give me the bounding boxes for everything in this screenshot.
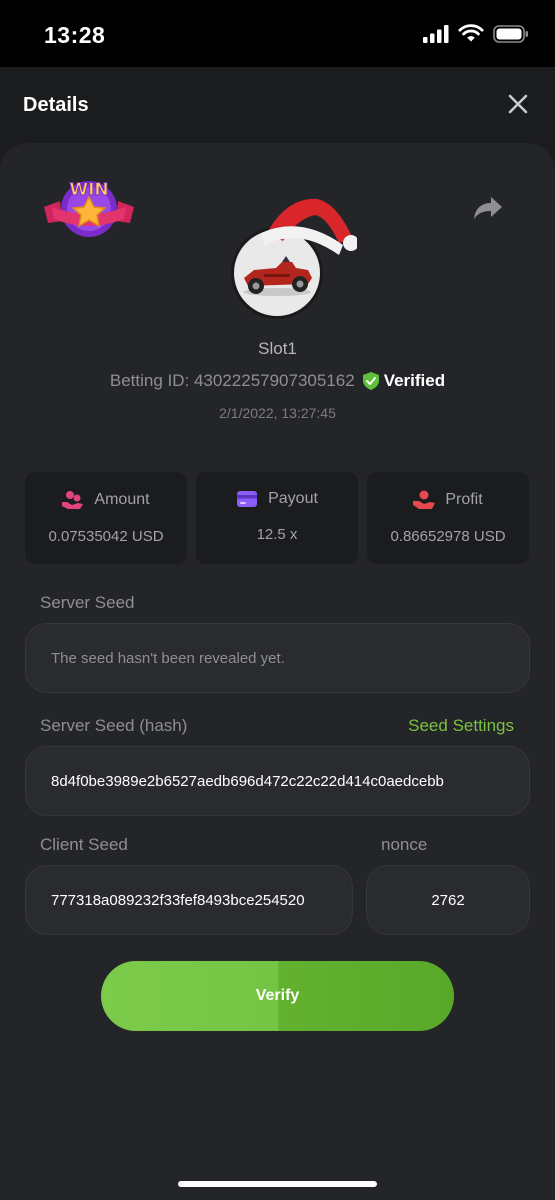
signal-icon [423,24,449,43]
game-name: Slot1 [258,339,297,358]
betting-id: Betting ID: 43022257907305162 [109,371,355,390]
game-avatar [229,193,359,323]
details-sheet: WIN Slot1 Betting ID: 43022257907305162 … [0,143,555,1200]
amount-label: Amount [94,491,150,508]
nonce-label: nonce [381,835,428,854]
client-seed-value: 777318a089232f33fef8493bce254520 [51,891,305,909]
server-seed-label: Server Seed [40,593,135,612]
payout-label: Payout [268,490,318,507]
shield-check-icon [362,372,379,390]
client-seed-field[interactable]: 777318a089232f33fef8493bce254520 [25,865,353,935]
nonce-value: 2762 [431,891,465,909]
profit-label: Profit [445,491,483,508]
wifi-icon [458,24,484,42]
page-title: Details [23,94,89,116]
server-seed-hash-field[interactable]: 8d4f0be3989e2b6527aedb696d472c22c22d414c… [25,746,530,816]
stats-row: Amount 0.07535042 USD Payout 12.5 x Prof… [25,472,530,564]
payout-value: 12.5 x [256,526,298,543]
status-icons [423,24,529,43]
betting-id-row: Betting ID: 43022257907305162 Verified [0,371,555,391]
share-icon[interactable] [473,195,503,221]
money-hand-icon [413,490,436,509]
verified-badge: Verified [362,371,446,391]
client-seed-label: Client Seed [40,835,128,854]
server-seed-hash-value: 8d4f0be3989e2b6527aedb696d472c22c22d414c… [51,772,444,790]
win-badge-icon: WIN [44,180,134,237]
server-seed-field: The seed hasn't been revealed yet. [25,623,530,693]
payout-card: Payout 12.5 x [196,472,358,564]
close-icon[interactable] [507,93,529,115]
amount-value: 0.07535042 USD [48,528,164,545]
battery-icon [493,24,528,43]
home-indicator [178,1181,377,1187]
amount-card: Amount 0.07535042 USD [25,472,187,564]
seed-settings-link[interactable]: Seed Settings [408,716,514,736]
server-seed-placeholder: The seed hasn't been revealed yet. [51,649,285,667]
status-time: 13:28 [44,22,106,48]
verified-label: Verified [383,371,446,390]
phone-screen: 13:28 Details WIN Slot1 Betting ID: 4302… [0,0,555,1200]
card-icon [237,491,258,507]
nonce-field[interactable]: 2762 [366,865,530,935]
bet-date: 2/1/2022, 13:27:45 [219,405,336,421]
verify-button[interactable]: Verify [101,961,454,1031]
win-badge-text: WIN [69,180,108,200]
status-bar: 13:28 [0,0,555,67]
server-seed-hash-label: Server Seed (hash) [40,716,188,735]
santa-hat-icon [261,198,357,255]
header: Details [0,67,555,147]
profit-card: Profit 0.86652978 USD [367,472,529,564]
profit-value: 0.86652978 USD [390,528,506,545]
coins-hand-icon [62,491,84,509]
